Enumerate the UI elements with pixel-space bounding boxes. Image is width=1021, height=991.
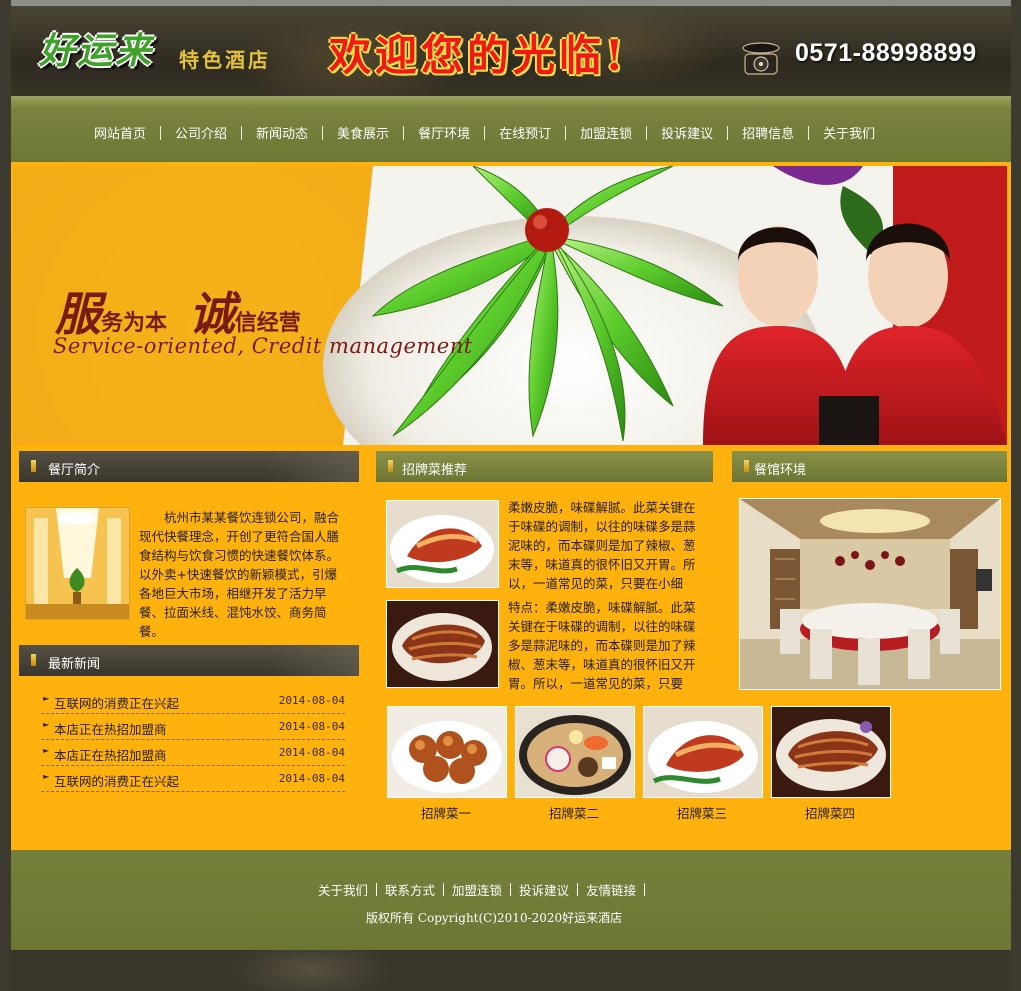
bottom-decoration xyxy=(11,950,1011,991)
arrow-right-icon: ► xyxy=(43,746,50,755)
nav-link-8[interactable]: 投诉建议 xyxy=(647,123,727,142)
featured-dish-text-1: 柔嫩皮脆，味碟解腻。此菜关键在于味碟的调制，以往的味碟多是蒜泥味的，而本碟则是加… xyxy=(508,500,696,591)
hall-section-header: 餐馆环境 xyxy=(732,451,1007,482)
nav-link-2[interactable]: 公司介绍 xyxy=(161,123,241,142)
nav-item: 投诉建议 xyxy=(647,123,727,142)
page-wrapper: 好运来 特色酒店 欢迎您的光临! 0571-88998899 网站首页 公司介绍新… xyxy=(11,0,1011,991)
dish-caption-3[interactable]: 招牌菜三 xyxy=(642,803,762,822)
phone-number: 0571-88998899 xyxy=(795,39,977,67)
news-item-title[interactable]: 互联网的消费正在兴起 xyxy=(54,693,179,712)
dish-thumb-2[interactable] xyxy=(515,706,635,798)
main-nav: 网站首页 公司介绍 新闻动态 美食展示 餐厅环境 在线预订 加盟连锁 投诉建议 招聘信息 关于我们 xyxy=(11,96,1011,162)
nav-link-4[interactable]: 美食展示 xyxy=(323,123,403,142)
nav-link-5[interactable]: 餐厅环境 xyxy=(404,123,484,142)
news-item-title[interactable]: 本店正在热招加盟商 xyxy=(54,719,167,738)
footer-link-5[interactable]: 友情链接 xyxy=(586,880,644,899)
featured-dish-text-2: 特点：柔嫩皮脆，味碟解腻。此菜关键在于味碟的调制，以往的味碟多是蒜泥味的，而本碟… xyxy=(508,600,696,691)
footer-link-1[interactable]: 关于我们 xyxy=(318,880,376,899)
footer-link-2[interactable]: 联系方式 xyxy=(385,880,443,899)
footer-links: 关于我们 联系方式 加盟连锁 投诉建议 友情链接 xyxy=(318,880,653,899)
logo[interactable]: 好运来 xyxy=(39,22,153,74)
news-item[interactable]: ► 本店正在热招加盟商 2014-08-04 xyxy=(41,741,345,766)
arrow-right-icon: ► xyxy=(43,720,50,729)
slogan-char-2: 诚 xyxy=(188,287,235,341)
intro-section-header: 餐厅简介 xyxy=(19,451,359,482)
dish-thumb-1[interactable] xyxy=(387,706,507,798)
welcome-banner-text: 欢迎您的光临! xyxy=(329,31,628,80)
footer-separator xyxy=(376,883,378,896)
nav-item: 公司介绍 xyxy=(161,123,241,142)
nav-link-10[interactable]: 关于我们 xyxy=(809,123,889,142)
slogan-char-1: 服 xyxy=(55,287,101,341)
footer-separator xyxy=(577,883,579,896)
footer: 关于我们 联系方式 加盟连锁 投诉建议 友情链接 版权所有 Copyright(C)20… xyxy=(11,850,1011,950)
dishes-title: 招牌菜推荐 xyxy=(402,463,468,478)
slogan-part-1: 务为本 xyxy=(101,310,168,336)
dish-thumb-4[interactable] xyxy=(771,706,891,798)
bullet-icon xyxy=(744,460,749,472)
news-item[interactable]: ► 本店正在热招加盟商 2014-08-04 xyxy=(41,715,345,740)
nav-link-3[interactable]: 新闻动态 xyxy=(242,123,322,142)
news-item-date: 2014-08-04 xyxy=(278,746,345,759)
intro-title: 餐厅简介 xyxy=(48,463,101,478)
nav-item: 网站首页 xyxy=(80,123,160,142)
featured-dish-image-2[interactable] xyxy=(386,600,499,688)
telephone-icon xyxy=(742,42,780,75)
dish-caption-4[interactable]: 招牌菜四 xyxy=(770,803,890,822)
nav-link-9[interactable]: 招聘信息 xyxy=(728,123,808,142)
nav-item: 新闻动态 xyxy=(242,123,322,142)
header: 好运来 特色酒店 欢迎您的光临! 0571-88998899 xyxy=(11,0,1011,102)
nav-item: 美食展示 xyxy=(323,123,403,142)
footer-separator xyxy=(644,883,646,896)
intro-text: 杭州市某某餐饮连锁公司，融合现代快餐理念，开创了更符合国人膳食结构与饮食习惯的快… xyxy=(139,510,340,639)
nav-item: 加盟连锁 xyxy=(566,123,646,142)
nav-item: 关于我们 xyxy=(809,123,889,142)
hall-title: 餐馆环境 xyxy=(754,463,807,478)
copyright: 版权所有 Copyright(C)2010-2020好运来酒店 xyxy=(366,911,623,925)
nav-link-7[interactable]: 加盟连锁 xyxy=(566,123,646,142)
bullet-icon xyxy=(31,460,36,472)
lobby-photo xyxy=(26,508,129,619)
banner-slogan-en: Service-oriented, Credit management xyxy=(53,334,473,358)
footer-separator xyxy=(510,883,512,896)
bullet-icon xyxy=(388,460,393,472)
dishes-section-header: 招牌菜推荐 xyxy=(376,451,713,482)
footer-separator xyxy=(443,883,445,896)
hero-banner: 服务为本 诚信经营 Service-oriented, Credit manag… xyxy=(13,166,1007,445)
news-item[interactable]: ► 互联网的消费正在兴起 2014-08-04 xyxy=(41,767,345,792)
nav-link-6[interactable]: 在线预订 xyxy=(485,123,565,142)
nav-item: 餐厅环境 xyxy=(404,123,484,142)
arrow-right-icon: ► xyxy=(43,772,50,781)
news-item-title[interactable]: 互联网的消费正在兴起 xyxy=(54,771,179,790)
dish-caption-1[interactable]: 招牌菜一 xyxy=(386,803,506,822)
news-item-date: 2014-08-04 xyxy=(278,772,345,785)
dish-thumb-3[interactable] xyxy=(643,706,763,798)
news-section-header: 最新新闻 xyxy=(19,645,359,676)
featured-dish-image-1[interactable] xyxy=(386,500,499,588)
news-item-title[interactable]: 本店正在热招加盟商 xyxy=(54,745,167,764)
dish-caption-2[interactable]: 招牌菜二 xyxy=(514,803,634,822)
bullet-icon xyxy=(31,654,36,666)
nav-link-1[interactable]: 网站首页 xyxy=(80,123,160,142)
news-item-date: 2014-08-04 xyxy=(278,720,345,733)
nav-item: 在线预订 xyxy=(485,123,565,142)
nav-item: 招聘信息 xyxy=(728,123,808,142)
footer-link-4[interactable]: 投诉建议 xyxy=(519,880,577,899)
logo-subtitle: 特色酒店 xyxy=(179,48,271,72)
news-item-date: 2014-08-04 xyxy=(278,694,345,707)
slogan-part-2: 信经营 xyxy=(234,310,301,336)
news-title: 最新新闻 xyxy=(48,657,101,672)
news-list: ► 互联网的消费正在兴起 2014-08-04 ► 本店正在热招加盟商 2014-08-0… xyxy=(41,689,345,793)
dining-room-image[interactable] xyxy=(739,498,1001,690)
arrow-right-icon: ► xyxy=(43,694,50,703)
footer-link-3[interactable]: 加盟连锁 xyxy=(452,880,510,899)
restaurant-lobby-image[interactable] xyxy=(25,507,130,620)
news-item[interactable]: ► 互联网的消费正在兴起 2014-08-04 xyxy=(41,689,345,714)
